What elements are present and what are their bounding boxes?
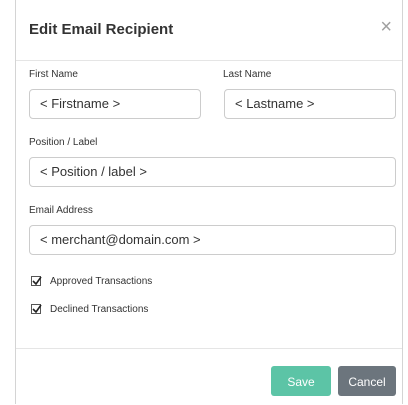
- first-name-field[interactable]: < Firstname >: [29, 89, 201, 119]
- check-icon: [32, 304, 42, 314]
- position-label: Position / Label: [29, 137, 98, 148]
- last-name-field[interactable]: < Lastname >: [224, 89, 396, 119]
- declined-transactions-label: Declined Transactions: [50, 303, 149, 315]
- dialog-title: Edit Email Recipient: [29, 21, 174, 38]
- declined-transactions-option[interactable]: Declined Transactions: [31, 302, 148, 316]
- approved-transactions-checkbox[interactable]: [31, 276, 42, 286]
- cancel-button[interactable]: Cancel: [338, 366, 396, 396]
- declined-transactions-checkbox[interactable]: [31, 304, 42, 314]
- dialog-header: Edit Email Recipient ×: [16, 0, 402, 61]
- approved-transactions-option[interactable]: Approved Transactions: [31, 274, 152, 288]
- position-field[interactable]: < Position / label >: [29, 157, 396, 187]
- save-button[interactable]: Save: [271, 366, 331, 396]
- check-icon: [32, 276, 42, 286]
- edit-email-recipient-dialog: Edit Email Recipient × First Name < Firs…: [15, 0, 403, 404]
- close-icon[interactable]: ×: [380, 17, 392, 37]
- first-name-label: First Name: [29, 69, 78, 80]
- page: Edit Email Recipient × First Name < Firs…: [0, 0, 408, 404]
- email-label: Email Address: [29, 205, 93, 216]
- last-name-label: Last Name: [223, 69, 272, 80]
- approved-transactions-label: Approved Transactions: [50, 275, 153, 287]
- email-field[interactable]: < merchant@domain.com >: [29, 225, 396, 255]
